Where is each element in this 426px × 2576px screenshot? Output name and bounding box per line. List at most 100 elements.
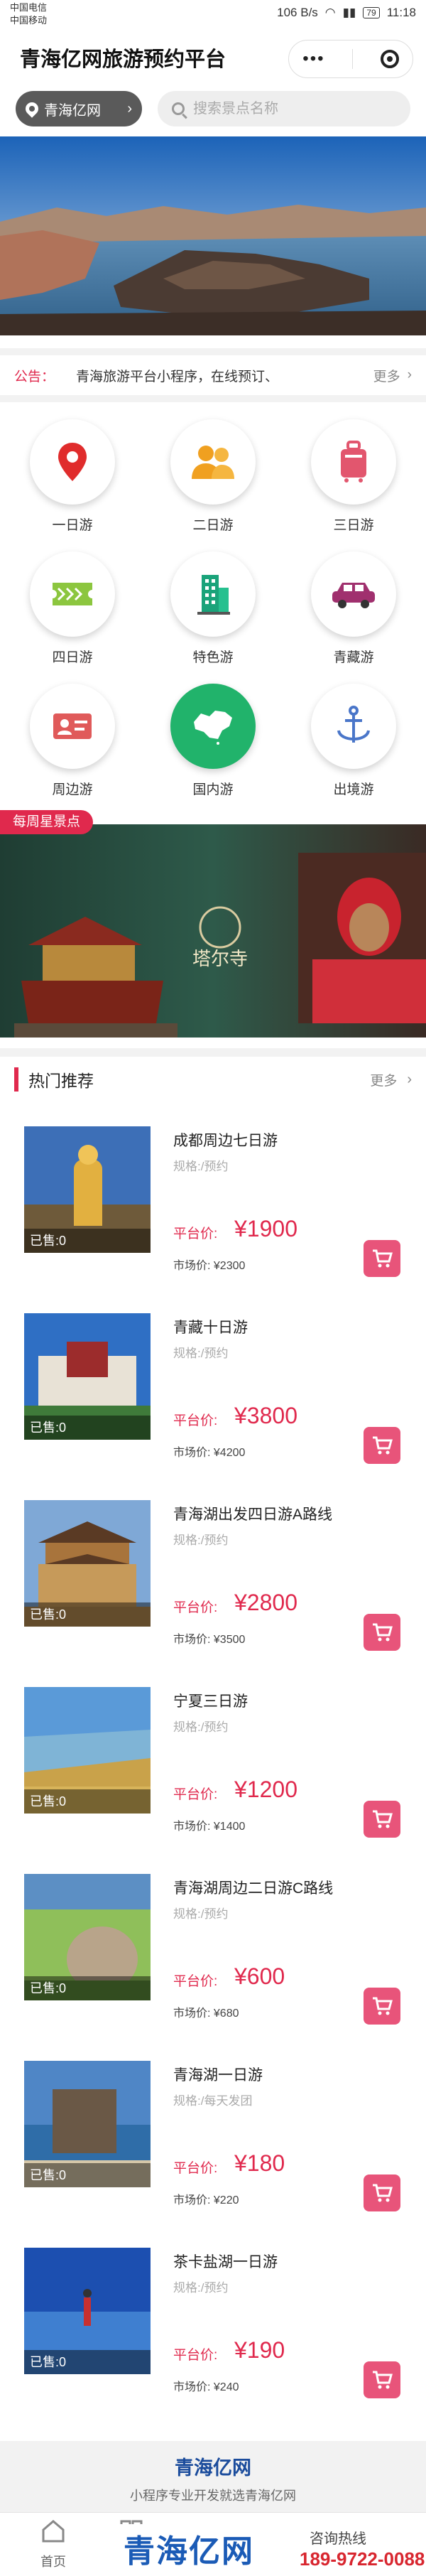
- product-item[interactable]: 已售:0 成都周边七日游 规格:/预约 平台价: ¥1900 市场价: ¥230…: [0, 1119, 426, 1307]
- more-icon[interactable]: •••: [302, 49, 324, 69]
- search-box[interactable]: [158, 91, 410, 126]
- cart-icon: [373, 1249, 393, 1268]
- product-name[interactable]: 宁夏三日游: [173, 1690, 248, 1711]
- product-item[interactable]: 已售:0 青海湖出发四日游A路线 规格:/预约 平台价: ¥2800 市场价: …: [0, 1493, 426, 1681]
- sold-count: 已售:0: [24, 1229, 151, 1253]
- category-two-day[interactable]: 二日游: [156, 412, 270, 540]
- wifi-icon: ◠: [324, 6, 336, 19]
- weekly-star-section[interactable]: 每周星景点 塔尔寺: [0, 810, 426, 1045]
- category-label: 国内游: [192, 782, 234, 797]
- product-spec: 规格:/预约: [173, 1347, 229, 1360]
- weekly-star-tag: 每周星景点: [0, 810, 94, 834]
- close-icon[interactable]: [380, 50, 399, 68]
- product-item[interactable]: 已售:0 青海湖周边二日游C路线 规格:/预约 平台价: ¥600 市场价: ¥…: [0, 1867, 426, 2054]
- product-item[interactable]: 已售:0 茶卡盐湖一日游 规格:/预约 平台价: ¥190 市场价: ¥240: [0, 2241, 426, 2428]
- banner-carousel[interactable]: [0, 136, 426, 335]
- temple-name-text: 塔尔寺: [192, 949, 248, 969]
- title-bar: 青海亿网旅游预约平台 •••: [0, 30, 426, 80]
- cart-icon: [373, 2371, 393, 2389]
- category-four-day[interactable]: 四日游: [16, 544, 129, 672]
- location-label: 青海亿网: [44, 102, 101, 119]
- add-to-cart-button[interactable]: [364, 1240, 400, 1277]
- category-tibet[interactable]: 青藏游: [297, 544, 410, 672]
- product-name[interactable]: 青海湖一日游: [173, 2064, 263, 2085]
- category-nearby[interactable]: 周边游: [16, 677, 129, 804]
- status-right: 106 B/s ◠ ▮▮ 79 11:18: [277, 6, 416, 20]
- add-to-cart-button[interactable]: [364, 2361, 400, 2398]
- category-label: 出境游: [333, 782, 374, 797]
- price-label: 平台价:: [173, 1227, 218, 1241]
- product-thumbnail[interactable]: 已售:0: [24, 1687, 151, 1814]
- notice-bar[interactable]: 公告： 青海旅游平台小程序，在线预订、 更多 ›: [0, 348, 426, 395]
- product-spec: 规格:/预约: [173, 1160, 229, 1173]
- ad-phone-number[interactable]: 189-9722-0088: [300, 2548, 425, 2570]
- category-label: 二日游: [192, 518, 234, 533]
- product-thumbnail[interactable]: 已售:0: [24, 2061, 151, 2187]
- map-pin-icon: [58, 443, 87, 481]
- product-name[interactable]: 青海湖出发四日游A路线: [173, 1503, 332, 1524]
- category-one-day[interactable]: 一日游: [16, 412, 129, 540]
- price-label: 平台价:: [173, 1787, 218, 1802]
- platform-price: ¥180: [234, 2150, 285, 2176]
- product-thumbnail[interactable]: 已售:0: [24, 1126, 151, 1253]
- add-to-cart-button[interactable]: [364, 1614, 400, 1651]
- category-icon-wrap: [30, 551, 115, 637]
- market-price: 市场价: ¥2300: [173, 1260, 246, 1272]
- cart-icon: [373, 2184, 393, 2202]
- category-icon-wrap: [30, 419, 115, 505]
- category-outbound[interactable]: 出境游: [297, 677, 410, 804]
- capsule-divider: [352, 49, 354, 69]
- product-spec: 规格:/预约: [173, 1534, 229, 1547]
- product-name[interactable]: 青藏十日游: [173, 1316, 248, 1337]
- location-pin-icon: [23, 99, 41, 118]
- add-to-cart-button[interactable]: [364, 1427, 400, 1464]
- miniprogram-capsule[interactable]: •••: [288, 40, 413, 78]
- location-selector[interactable]: 青海亿网 ›: [16, 91, 142, 126]
- signal-icon: ▮▮: [342, 6, 356, 19]
- hot-more-link[interactable]: 更多: [370, 1070, 397, 1089]
- product-item[interactable]: 已售:0 青藏十日游 规格:/预约 平台价: ¥3800 市场价: ¥4200: [0, 1306, 426, 1494]
- footer-slogan: 小程序专业开发就选青海亿网: [130, 2489, 296, 2503]
- platform-price: ¥190: [234, 2337, 285, 2363]
- category-three-day[interactable]: 三日游: [297, 412, 410, 540]
- category-grid: 一日游 二日游 三日游 四日游 特色游 青藏游 周边游 国内游 出境游: [0, 405, 426, 810]
- tab-home[interactable]: 首页: [14, 2517, 92, 2570]
- notice-text: 青海旅游平台小程序，在线预订、: [76, 369, 279, 384]
- platform-price: ¥600: [234, 1963, 285, 1989]
- category-domestic[interactable]: 国内游: [156, 677, 270, 804]
- contact-ad-banner[interactable]: 青海亿网 咨询热线 189-9722-0088: [114, 2524, 426, 2576]
- banner-image: [0, 136, 426, 335]
- platform-price: ¥3800: [234, 1403, 297, 1428]
- battery-icon: 79: [363, 7, 380, 18]
- product-thumbnail[interactable]: 已售:0: [24, 1313, 151, 1440]
- ad-brand: 青海亿网: [124, 2534, 254, 2569]
- product-thumbnail[interactable]: 已售:0: [24, 1500, 151, 1627]
- product-thumbnail[interactable]: 已售:0: [24, 2248, 151, 2374]
- search-row: 青海亿网 ›: [0, 84, 426, 134]
- search-input[interactable]: [193, 100, 392, 117]
- add-to-cart-button[interactable]: [364, 1801, 400, 1838]
- product-name[interactable]: 成都周边七日游: [173, 1129, 278, 1150]
- carrier-info: 中国电信 中国移动: [10, 1, 47, 27]
- product-spec: 规格:/预约: [173, 1720, 229, 1734]
- product-name[interactable]: 茶卡盐湖一日游: [173, 2251, 278, 2272]
- platform-price: ¥1200: [234, 1777, 297, 1802]
- luggage-icon: [341, 441, 366, 483]
- product-item[interactable]: 已售:0 宁夏三日游 规格:/预约 平台价: ¥1200 市场价: ¥1400: [0, 1680, 426, 1868]
- notice-more-link[interactable]: 更多: [373, 366, 400, 385]
- price-label: 平台价:: [173, 1600, 218, 1615]
- cart-icon: [373, 1436, 393, 1455]
- add-to-cart-button[interactable]: [364, 1988, 400, 2025]
- section-divider: [0, 395, 426, 402]
- category-label: 青藏游: [333, 650, 374, 665]
- category-featured[interactable]: 特色游: [156, 544, 270, 672]
- product-name[interactable]: 青海湖周边二日游C路线: [173, 1877, 333, 1898]
- sold-count: 已售:0: [24, 1976, 151, 2000]
- product-spec: 规格:/预约: [173, 1907, 229, 1921]
- product-thumbnail[interactable]: 已售:0: [24, 1874, 151, 2000]
- add-to-cart-button[interactable]: [364, 2174, 400, 2211]
- price-label: 平台价:: [173, 2348, 218, 2363]
- page-title: 青海亿网旅游预约平台: [20, 48, 226, 71]
- sold-count: 已售:0: [24, 1602, 151, 1627]
- product-item[interactable]: 已售:0 青海湖一日游 规格:/每天发团 平台价: ¥180 市场价: ¥220: [0, 2054, 426, 2241]
